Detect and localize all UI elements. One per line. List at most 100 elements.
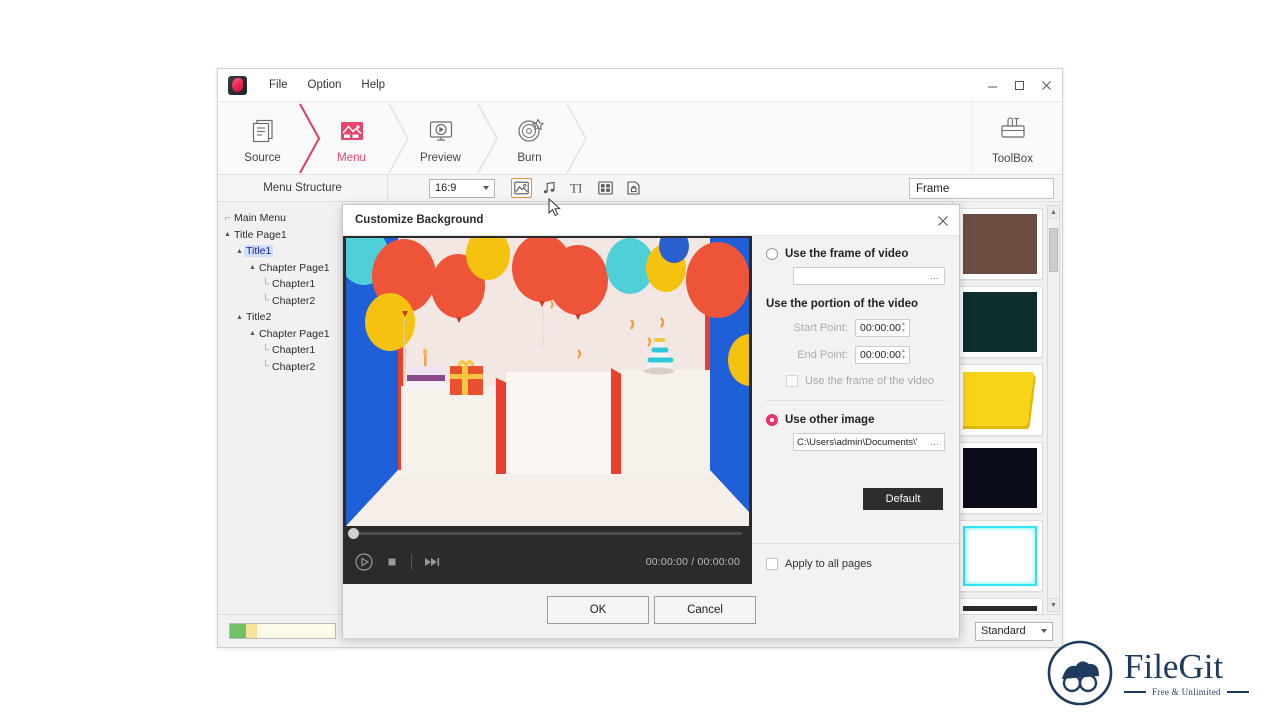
disc-usage-bar [229,623,336,639]
step-navigation-ribbon: Source Menu Preview Burn ToolBox [218,102,1062,175]
tree-item-chapter-page1-b[interactable]: ▲ Chapter Page1 [221,326,342,343]
browse-video-button[interactable]: … [930,271,940,281]
end-point-stepper[interactable]: ▲ ▼ [901,349,906,361]
default-button[interactable]: Default [863,488,943,510]
seek-track[interactable] [353,532,742,535]
tree-item-main-menu[interactable]: ⌐ Main Menu [221,210,342,227]
expand-arrow-icon[interactable]: ▲ [235,314,244,321]
use-frame-of-the-video-checkbox-row[interactable]: Use the frame of the video [786,375,945,387]
window-controls [979,69,1060,102]
apply-to-all-pages-checkbox[interactable] [766,558,778,570]
tree-item-label: Chapter Page1 [259,327,330,340]
menu-option[interactable]: Option [298,76,352,94]
app-logo-icon [228,75,247,95]
use-frame-radio[interactable] [766,248,778,260]
use-frame-of-video-option[interactable]: Use the frame of video [766,248,945,260]
tree-item-title1[interactable]: ▲ Title1 [221,243,342,260]
ok-button[interactable]: OK [547,596,649,624]
video-path-input[interactable]: … [793,267,945,285]
template-thumbnail[interactable] [957,442,1043,514]
step-burn-label: Burn [517,151,542,164]
tree-item-chapter2-a[interactable]: └ Chapter2 [221,293,342,310]
use-other-image-option[interactable]: Use other image [766,414,945,426]
menu-structure-header: Menu Structure [218,175,388,201]
start-point-input[interactable]: 00:00:00 ▲ ▼ [855,319,910,337]
frame-selector[interactable]: Frame [909,178,1054,199]
title-bar: File Option Help [218,69,1062,102]
image-icon[interactable] [511,178,532,198]
template-thumbnail[interactable] [957,208,1043,280]
cancel-button[interactable]: Cancel [654,596,756,624]
template-thumbnail[interactable] [957,286,1043,358]
tree-item-chapter1-b[interactable]: └ Chapter1 [221,342,342,359]
scroll-down-icon[interactable]: ▼ [1048,598,1059,611]
dialog-title-bar: Customize Background [343,205,959,236]
next-frame-icon[interactable] [424,556,442,568]
tree-item-title-page1[interactable]: ▲ Title Page1 [221,227,342,244]
minimize-icon[interactable] [979,74,1006,98]
step-menu[interactable]: Menu [307,102,396,174]
template-scrollbar[interactable]: ▲ ▼ [1047,205,1060,612]
use-other-image-label: Use other image [785,414,875,426]
tagline-rule-left [1124,691,1146,693]
use-frame-of-the-video-checkbox[interactable] [786,375,798,387]
aspect-ratio-select[interactable]: 16:9 [429,178,495,198]
end-point-row: End Point: 00:00:00 ▲ ▼ [766,346,945,364]
music-note-icon[interactable] [539,178,560,198]
tree-item-label: Chapter Page1 [259,261,330,274]
tagline-rule-right [1226,691,1249,693]
menu-help[interactable]: Help [351,76,395,94]
tree-item-label: Title2 [246,311,272,324]
scroll-up-icon[interactable]: ▲ [1048,206,1059,219]
end-point-value: 00:00:00 [860,349,901,361]
tree-item-label: Main Menu [234,212,286,225]
step-preview[interactable]: Preview [396,102,485,174]
step-source[interactable]: Source [218,102,307,174]
use-frame-label: Use the frame of video [785,248,909,260]
tree-item-chapter2-b[interactable]: └ Chapter2 [221,359,342,376]
seek-bar[interactable] [343,526,752,540]
seek-handle[interactable] [348,528,359,539]
start-point-stepper[interactable]: ▲ ▼ [901,322,906,334]
maximize-icon[interactable] [1006,74,1033,98]
page-lock-icon[interactable] [623,178,644,198]
quality-select[interactable]: Standard [975,621,1053,641]
close-icon[interactable] [1033,74,1060,98]
screen: File Option Help Source Menu Preview Bur… [0,0,1280,720]
grid-button-icon[interactable] [595,178,616,198]
tree-item-label: Title1 [244,245,274,258]
tree-item-label: Title Page1 [234,228,287,241]
tree-item-label: Chapter2 [272,294,316,307]
expand-arrow-icon[interactable]: ▲ [248,264,257,271]
browse-image-button[interactable]: … [930,437,940,447]
video-preview-player: 00:00:00 / 00:00:00 [343,236,752,584]
close-icon[interactable] [932,210,953,231]
disc-usage-menu-segment [246,624,257,638]
text-tt-icon[interactable]: TI [567,178,588,198]
expand-arrow-icon[interactable]: ▲ [235,248,244,255]
aspect-ratio-value: 16:9 [435,182,457,194]
disc-usage-used-segment [230,624,246,638]
tree-item-chapter-page1-a[interactable]: ▲ Chapter Page1 [221,260,342,277]
end-point-input[interactable]: 00:00:00 ▲ ▼ [855,346,910,364]
tree-item-title2[interactable]: ▲ Title2 [221,309,342,326]
play-icon[interactable] [355,553,373,571]
expand-arrow-icon[interactable]: ▲ [248,330,257,337]
use-other-image-radio[interactable] [766,414,778,426]
start-point-value: 00:00:00 [860,322,901,334]
menu-file[interactable]: File [259,76,298,94]
template-thumbnail[interactable] [957,364,1043,436]
apply-to-all-pages-row[interactable]: Apply to all pages [766,558,872,570]
expand-arrow-icon[interactable]: ▲ [223,231,232,238]
scrollbar-thumb[interactable] [1049,228,1058,272]
image-path-input[interactable]: C:\Users\admin\Documents\' … [793,433,945,451]
tree-dash-icon: └ [261,361,270,373]
tree-dash-icon: └ [261,344,270,356]
template-thumbnail[interactable] [957,520,1043,592]
tree-item-chapter1-a[interactable]: └ Chapter1 [221,276,342,293]
step-burn[interactable]: Burn [485,102,574,174]
background-tools: TI [511,178,644,198]
step-toolbox[interactable]: ToolBox [972,102,1052,174]
image-menu-icon [337,114,367,146]
stop-icon[interactable] [387,557,397,567]
